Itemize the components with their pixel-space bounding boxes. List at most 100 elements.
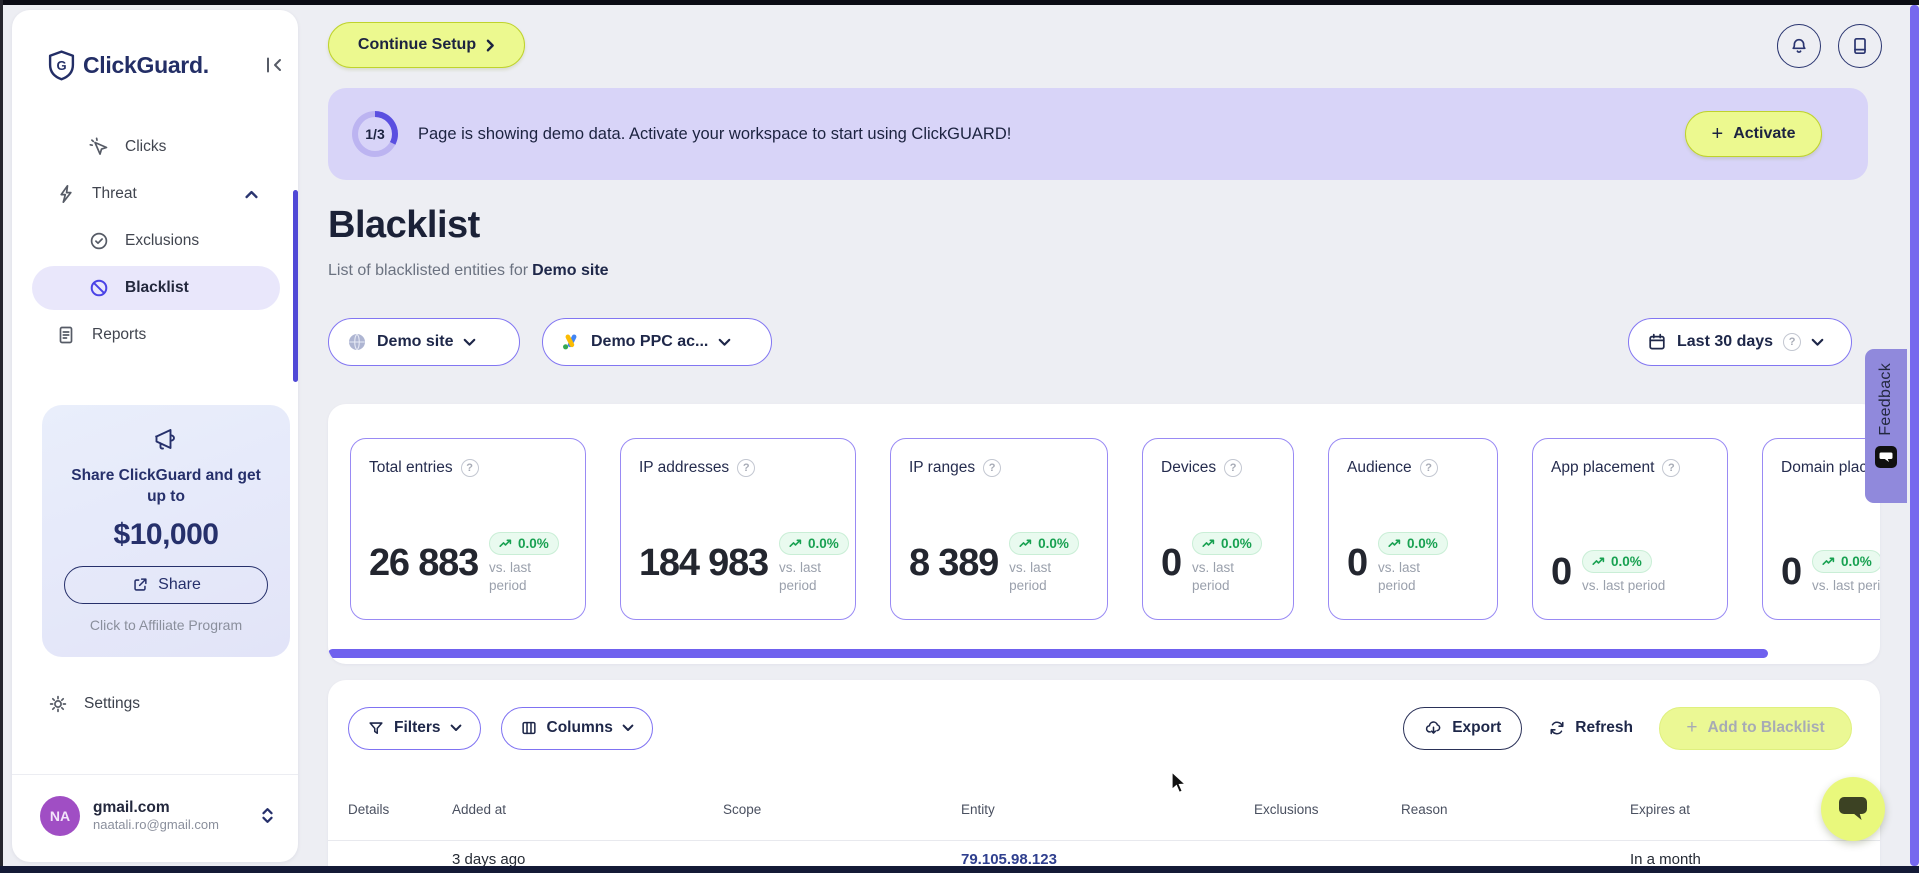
workspace-name: gmail.com [93,798,170,816]
stat-label: Devices [1161,459,1217,476]
page-subtitle-target: Demo site [532,262,609,279]
chevron-down-icon [718,338,731,347]
add-to-blacklist-button[interactable]: Add to Blacklist [1659,706,1852,750]
user-meta: gmail.com naatali.ro@gmail.com [93,798,219,834]
promo-amount: $10,000 [113,517,219,551]
docs-button[interactable] [1838,24,1882,68]
sidebar-item-label: Clicks [125,138,167,155]
trend-up-icon [499,539,512,548]
clickguard-logo-icon: G [48,49,75,81]
setup-progress-value: 1/3 [358,117,392,151]
filters-button[interactable]: Filters [348,706,481,750]
help-icon[interactable] [1224,459,1243,477]
chevron-right-icon [486,39,495,52]
activate-label: Activate [1733,125,1796,142]
site-selector[interactable]: Demo site [328,318,520,366]
window-edge-left [0,0,3,873]
trend-up-icon [1202,539,1215,548]
help-icon[interactable] [460,459,479,477]
cursor-click-icon [89,137,109,157]
chevron-down-icon [450,724,462,732]
promo-text: Share ClickGuard and get up to [71,467,261,505]
feedback-tab[interactable]: Feedback [1865,349,1907,503]
chat-bubble-icon [1837,795,1869,823]
column-header-scope[interactable]: Scope [723,802,961,817]
sidebar-item-settings[interactable]: Settings [48,694,140,714]
help-icon[interactable] [983,459,1002,477]
workspace-switcher[interactable]: NA gmail.com naatali.ro@gmail.com [12,774,298,862]
export-button[interactable]: Export [1403,706,1523,750]
page-vertical-scrollbar[interactable] [1910,5,1919,866]
share-label: Share [158,575,201,593]
activate-button[interactable]: Activate [1685,111,1822,157]
sidebar: G ClickGuard. Clicks Threat Exclusions B… [12,10,298,862]
sidebar-item-label: Exclusions [125,232,200,249]
cloud-download-icon [1424,719,1443,737]
brand: G ClickGuard. [48,48,284,82]
trend-up-icon [1388,539,1401,548]
affiliate-promo-card[interactable]: Share ClickGuard and get up to $10,000 S… [42,405,290,657]
stats-horizontal-scrollbar[interactable] [328,649,1768,658]
column-header-exclusions[interactable]: Exclusions [1254,802,1401,817]
stat-delta: 0.0% [1038,535,1069,551]
sidebar-scrollbar[interactable] [293,190,298,382]
window-edge-top [0,0,1919,5]
column-header-reason[interactable]: Reason [1401,802,1630,817]
setup-progress-ring: 1/3 [352,111,398,157]
ppc-account-selector[interactable]: Demo PPC ac... [542,318,772,366]
continue-setup-button[interactable]: Continue Setup [328,22,525,68]
sidebar-nav: Clicks Threat Exclusions Blacklist Repor… [12,122,298,360]
megaphone-icon [153,427,179,451]
notifications-button[interactable] [1777,24,1821,68]
stat-delta: 0.0% [1220,535,1252,551]
chat-widget-button[interactable] [1821,777,1885,841]
columns-button[interactable]: Columns [500,706,653,750]
help-icon[interactable] [737,459,756,477]
stat-value: 0 [1781,550,1802,593]
stat-card-devices: Devices 0 0.0% vs. last period [1142,438,1294,620]
stat-card-domain-placement: Domain placement 0 0.0% vs. last period [1762,438,1880,620]
help-icon[interactable] [1662,459,1681,477]
feedback-widget-icon [1875,445,1897,468]
globe-icon [347,332,367,352]
filter-funnel-icon [367,719,385,737]
badge-check-icon [89,231,109,251]
column-header-details[interactable]: Details [348,802,452,817]
stat-label: Audience [1347,459,1412,476]
sidebar-item-blacklist[interactable]: Blacklist [32,266,280,310]
stat-card-audience: Audience 0 0.0% vs. last period [1328,438,1498,620]
export-label: Export [1452,719,1502,736]
sidebar-item-clicks[interactable]: Clicks [32,125,280,169]
stat-note: vs. last period [1009,559,1052,593]
sidebar-item-threat[interactable]: Threat [32,172,280,216]
plus-icon [1712,124,1724,145]
brand-name: ClickGuard. [83,51,209,78]
sidebar-item-label: Threat [92,185,137,202]
sidebar-item-reports[interactable]: Reports [32,313,280,357]
stat-value: 26 883 [369,541,479,584]
date-range-selector[interactable]: Last 30 days [1628,318,1852,366]
stat-delta: 0.0% [518,535,549,551]
google-ads-icon [561,332,581,352]
column-header-added-at[interactable]: Added at [452,802,723,817]
page-subtitle: List of blacklisted entities for Demo sit… [328,262,609,280]
column-header-entity[interactable]: Entity [961,802,1254,817]
help-icon[interactable] [1419,459,1438,477]
share-button[interactable]: Share [64,565,268,604]
stat-value: 184 983 [639,541,769,584]
chevron-up-icon[interactable] [245,190,258,199]
sidebar-item-exclusions[interactable]: Exclusions [32,219,280,263]
stat-delta: 0.0% [1610,553,1642,569]
refresh-button[interactable]: Refresh [1548,719,1633,737]
demo-data-banner: 1/3 Page is showing demo data. Activate … [328,88,1868,180]
avatar: NA [40,795,80,836]
stat-note: vs. last period [1811,577,1880,593]
sidebar-collapse-icon[interactable] [264,56,284,74]
document-icon [56,325,76,345]
external-link-icon [131,576,149,594]
stat-note: vs. last period [1581,577,1666,593]
ban-icon [89,278,109,298]
sidebar-item-label: Blacklist [125,279,189,296]
stat-delta: 0.0% [1840,553,1872,569]
refresh-icon [1548,719,1566,737]
